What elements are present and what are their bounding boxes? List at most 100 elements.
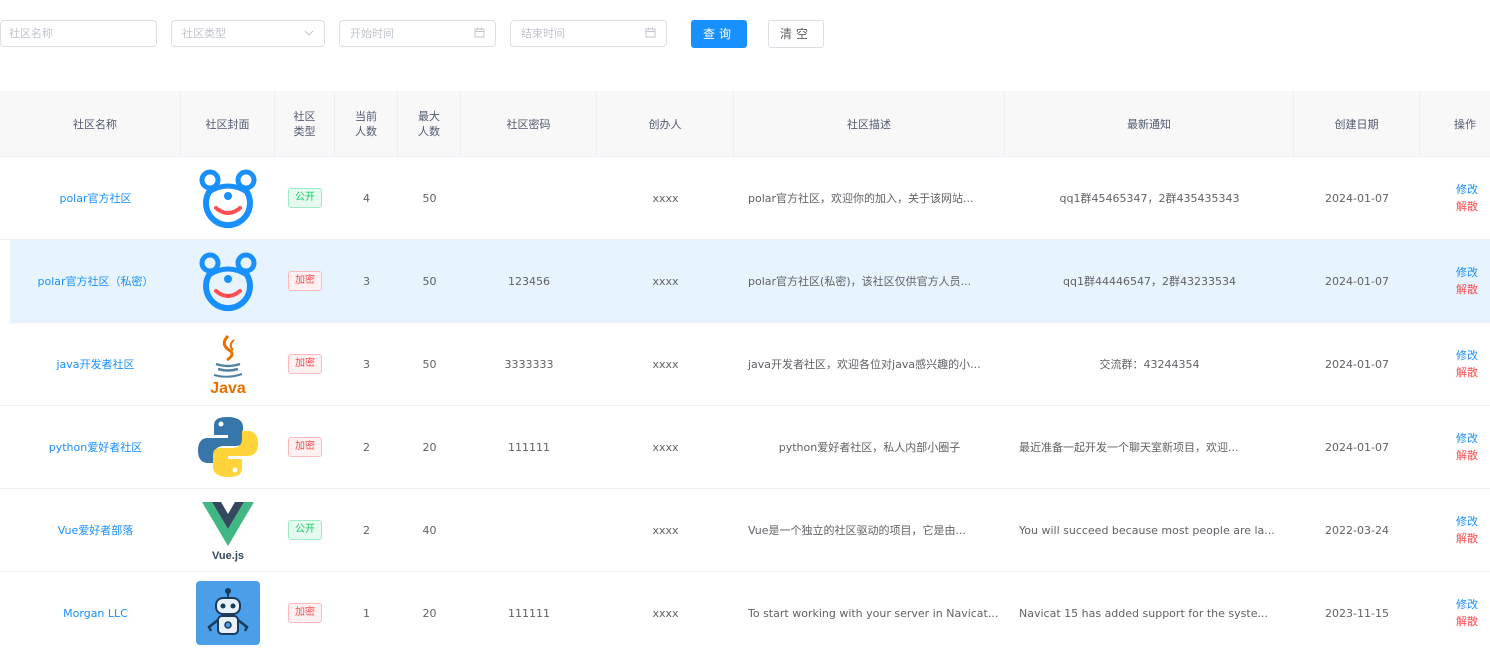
table-row: python爱好者社区 加密 2 20 111111 xxxx python爱好者社区，私人… [0, 406, 1490, 489]
community-max: 20 [422, 440, 437, 454]
cell-type: 加密 [275, 240, 335, 322]
cell-founder: xxxx [597, 406, 734, 488]
community-founder: xxxx [652, 191, 679, 205]
edit-link[interactable]: 修改 [1456, 181, 1478, 198]
community-type-tag: 公开 [288, 188, 322, 208]
edit-link[interactable]: 修改 [1456, 513, 1478, 530]
cell-current: 1 [335, 572, 398, 650]
cell-notice: You will succeed because most people are… [1005, 489, 1294, 571]
community-date: 2022-03-24 [1325, 523, 1389, 537]
col-current-header-line1: 当前 [355, 110, 377, 123]
table-row: Vue爱好者部落 Vue.js 公开 2 40 xxxx Vue是一个独立的社区驱动的项目，… [0, 489, 1490, 572]
table-row: polar官方社区（私密） 加密 3 50 123456 xxxx polar官方社区(私密… [10, 240, 1490, 323]
community-name-link[interactable]: python爱好者社区 [49, 439, 142, 455]
end-placeholder: 结束时间 [521, 27, 565, 40]
community-current: 3 [363, 357, 370, 371]
cell-desc: python爱好者社区，私人内部小圈子 [734, 406, 1005, 488]
community-current: 4 [363, 191, 370, 205]
community-name-input[interactable]: 社区名称 [0, 20, 157, 47]
start-placeholder: 开始时间 [350, 27, 394, 40]
vue-logo-text: Vue.js [212, 550, 244, 562]
community-type-select[interactable]: 社区类型 [171, 20, 325, 47]
community-name-link[interactable]: java开发者社区 [56, 356, 134, 372]
community-type-tag: 加密 [288, 437, 322, 457]
edit-link[interactable]: 修改 [1456, 430, 1478, 447]
cell-password [461, 157, 597, 239]
python-icon [198, 417, 258, 477]
cell-cover: Vue.js [181, 489, 275, 571]
cell-date: 2024-01-07 [1294, 406, 1420, 488]
edit-link[interactable]: 修改 [1456, 264, 1478, 281]
col-max-header: 最大 人数 [398, 91, 461, 157]
dissolve-link[interactable]: 解散 [1456, 447, 1478, 464]
col-cover-header: 社区封面 [181, 91, 275, 157]
cell-type: 加密 [275, 406, 335, 488]
chevron-down-icon [304, 21, 314, 56]
community-type-tag: 加密 [288, 354, 322, 374]
dissolve-link[interactable]: 解散 [1456, 364, 1478, 381]
cell-current: 2 [335, 489, 398, 571]
community-date: 2024-01-07 [1325, 357, 1389, 371]
cell-notice: Navicat 15 has added support for the sys… [1005, 572, 1294, 650]
community-max: 50 [422, 191, 437, 205]
start-time-picker[interactable]: 开始时间 [339, 20, 496, 47]
community-current: 2 [363, 523, 370, 537]
community-name-link[interactable]: Morgan LLC [63, 607, 128, 620]
edit-link[interactable]: 修改 [1456, 347, 1478, 364]
col-notice-header: 最新通知 [1005, 91, 1294, 157]
calendar-icon [645, 21, 656, 56]
col-founder-header: 创办人 [597, 91, 734, 157]
table-row: polar官方社区 公开 4 50 xxxx polar官方社区，欢迎你的加入，关于该网站… [0, 157, 1490, 240]
community-name-link[interactable]: Vue爱好者部落 [58, 522, 134, 538]
col-name-header: 社区名称 [10, 91, 181, 157]
vue-icon: Vue.js [202, 502, 254, 562]
community-name-link[interactable]: polar官方社区（私密） [37, 273, 153, 289]
cell-name: Morgan LLC [10, 572, 181, 650]
cell-max: 50 [398, 240, 461, 322]
community-current: 1 [363, 606, 370, 620]
cell-ops: 修改 解散 [1420, 240, 1490, 322]
cell-type: 加密 [275, 323, 335, 405]
query-button[interactable]: 查询 [691, 20, 747, 48]
community-notice: Navicat 15 has added support for the sys… [1019, 606, 1268, 620]
cell-max: 50 [398, 323, 461, 405]
community-notice: 最近准备一起开发一个聊天室新项目，欢迎... [1019, 441, 1239, 454]
col-type-header: 社区 类型 [275, 91, 335, 157]
col-actions-header: 操作 [1454, 117, 1476, 131]
cell-founder: xxxx [597, 157, 734, 239]
col-max-header-line2: 人数 [418, 125, 440, 138]
clear-button[interactable]: 清空 [768, 20, 824, 48]
cell-desc: To start working with your server in Nav… [734, 572, 1005, 650]
cell-date: 2024-01-07 [1294, 240, 1420, 322]
community-notice: qq1群45465347，2群435435343 [1059, 192, 1240, 205]
table-row: java开发者社区 Java 加密 3 50 3333333 xxxx java开发者社区，欢… [0, 323, 1490, 406]
cell-password [461, 489, 597, 571]
table-row: Morgan LLC 加密 1 20 111111 xxxx To start workin… [0, 572, 1490, 650]
cell-founder: xxxx [597, 240, 734, 322]
cell-type: 公开 [275, 157, 335, 239]
java-logo-text: Java [210, 380, 246, 396]
community-current: 2 [363, 440, 370, 454]
cell-founder: xxxx [597, 572, 734, 650]
edit-link[interactable]: 修改 [1456, 596, 1478, 613]
community-desc: polar官方社区(私密)，该社区仅供官方人员... [748, 275, 972, 288]
dissolve-link[interactable]: 解散 [1456, 613, 1478, 630]
dissolve-link[interactable]: 解散 [1456, 198, 1478, 215]
cell-name: java开发者社区 [10, 323, 181, 405]
community-type-tag: 公开 [288, 520, 322, 540]
cell-notice: 交流群：43244354 [1005, 323, 1294, 405]
dissolve-link[interactable]: 解散 [1456, 281, 1478, 298]
cell-name: polar官方社区（私密） [10, 240, 181, 322]
community-founder: xxxx [652, 274, 679, 288]
community-name-link[interactable]: polar官方社区 [59, 190, 131, 206]
cell-cover: Java [181, 323, 275, 405]
col-date-header: 创建日期 [1294, 91, 1420, 157]
dissolve-link[interactable]: 解散 [1456, 530, 1478, 547]
community-password: 111111 [508, 606, 550, 620]
cell-name: Vue爱好者部落 [10, 489, 181, 571]
community-type-tag: 加密 [288, 271, 322, 291]
calendar-icon [474, 21, 485, 56]
community-notice: qq1群44446547，2群43233534 [1063, 275, 1236, 288]
end-time-picker[interactable]: 结束时间 [510, 20, 667, 47]
col-current-header: 当前 人数 [335, 91, 398, 157]
